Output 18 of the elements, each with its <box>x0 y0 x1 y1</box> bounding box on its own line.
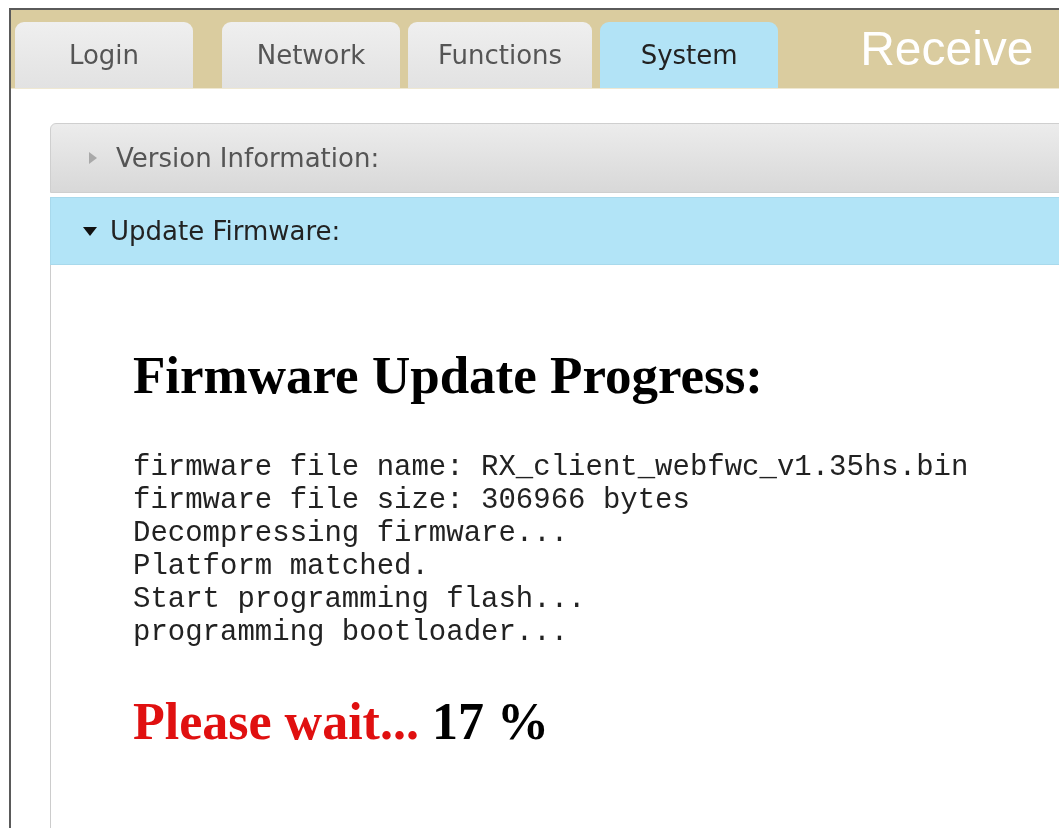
log-line: Decompressing firmware... <box>133 517 570 550</box>
log-line: firmware file size: 306966 bytes <box>133 484 691 517</box>
page-title: Receive <box>860 20 1034 76</box>
log-line: Platform matched. <box>133 550 430 583</box>
log-line: Start programming flash... <box>133 583 587 616</box>
log-line: programming bootloader... <box>133 616 570 649</box>
nav-tab[interactable]: Login <box>15 22 193 88</box>
nav-tab[interactable]: System <box>600 22 779 88</box>
nav-tab[interactable]: Network <box>222 22 400 88</box>
caret-icon <box>89 152 97 164</box>
progress-percent: 17 % <box>431 693 549 750</box>
accordion-header[interactable]: Version Information: <box>50 123 1059 193</box>
log-line: firmware file name: RX_client_webfwc_v1.35hs.bin <box>133 451 970 484</box>
progress-heading: Firmware Update Progress: <box>133 347 764 403</box>
status-message: Please wait... <box>133 693 419 750</box>
accordion-header[interactable]: Update Firmware: <box>50 197 1059 265</box>
caret-icon <box>83 226 97 236</box>
nav-tab[interactable]: Functions <box>408 22 593 88</box>
